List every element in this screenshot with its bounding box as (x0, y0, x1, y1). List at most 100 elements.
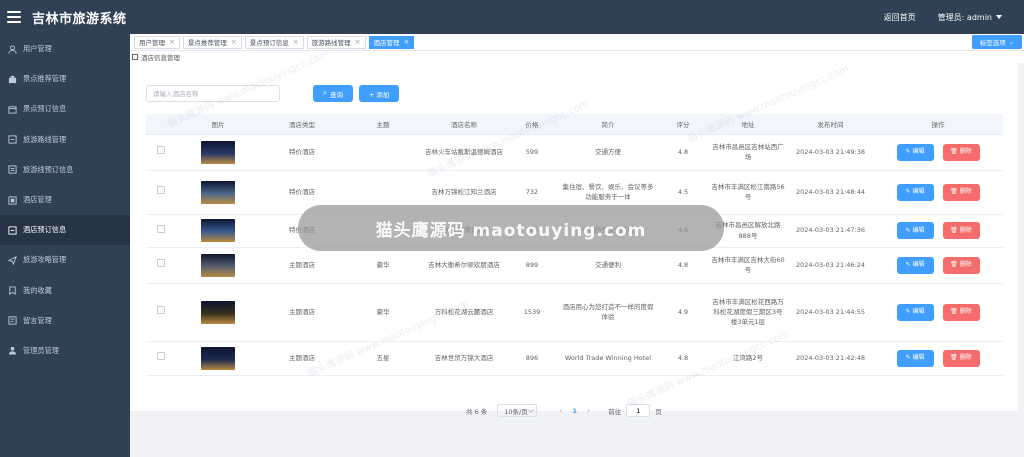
trash-icon: 🗑 (950, 148, 958, 156)
close-icon[interactable]: × (293, 38, 299, 46)
home-link[interactable]: 返回首页 (884, 12, 916, 23)
edit-button[interactable]: ✎ 编辑 (896, 143, 934, 161)
sidebar-item-label: 酒店预订信息 (23, 225, 67, 235)
hotel-thumbnail[interactable] (201, 346, 235, 370)
sidebar-item[interactable]: 景点预订信息 (0, 94, 130, 124)
hotel-thumbnail[interactable] (201, 140, 235, 164)
edit-icon: ✎ (905, 261, 911, 269)
sidebar-item[interactable]: 酒店预订信息 (0, 215, 130, 246)
trash-icon: 🗑 (950, 261, 958, 269)
row-checkbox[interactable] (157, 186, 165, 195)
delete-button[interactable]: 🗑 删除 (942, 222, 980, 239)
row-checkbox[interactable] (157, 146, 165, 155)
column-header: 评分 (658, 114, 708, 135)
tab-tag[interactable]: 景点推荐管理 × (182, 35, 242, 49)
hotel-icon (8, 195, 17, 205)
table-row[interactable]: 主题酒店 豪华 万科松花湖云麓酒店 1539 酒店用心为您打造不一样的度假体验 4.9 吉林… (146, 283, 1003, 342)
theme-cell (344, 134, 422, 171)
row-checkbox[interactable] (157, 306, 165, 315)
tab-tag-label: 景点预订信息 (249, 39, 289, 47)
table-row[interactable]: 主题酒店 五星 吉林世贸万锦大酒店 896 World Trade Winning Ho… (146, 341, 1003, 376)
intro-cell: 交通方便 (558, 134, 658, 171)
hotel-thumbnail[interactable] (201, 219, 235, 242)
table-row[interactable]: 主题酒店 豪华 吉林大衡希尔顿欢朋酒店 899 交通便利 4.8 吉林市丰满区吉林大街60号… (146, 247, 1003, 284)
publish-time-cell: 2024-03-03 21:46:24 (788, 247, 873, 284)
row-checkbox[interactable] (157, 224, 165, 233)
operation-cell: ✎ 编辑 🗑 删除 (873, 214, 1003, 248)
sidebar-item[interactable]: 旅游线预订信息 (0, 155, 130, 185)
hotel-name-cell: 吉林火车站戴斯温德姆酒店 (422, 134, 506, 171)
chevron-down-icon (528, 407, 535, 413)
column-header: 地址 (708, 114, 788, 135)
checkbox-cell (146, 283, 176, 342)
row-checkbox[interactable] (157, 352, 165, 361)
hotel-thumbnail[interactable] (201, 253, 235, 277)
close-icon[interactable]: × (355, 38, 361, 46)
price-cell: 1539 (506, 283, 558, 342)
prev-page-button[interactable]: ‹ (559, 406, 562, 415)
tab-tag[interactable]: 酒店管理 × (368, 35, 415, 49)
delete-button[interactable]: 🗑 删除 (942, 143, 980, 161)
close-icon[interactable]: × (231, 38, 237, 46)
route-icon (8, 135, 17, 144)
trash-icon: 🗑 (950, 354, 958, 362)
toolbar: ⌕查询 + 添加 (146, 85, 399, 102)
sidebar-item[interactable]: 酒店管理 (0, 185, 130, 215)
hotel-name-cell: 万科松花湖云麓酒店 (422, 283, 506, 342)
search-input[interactable] (146, 85, 280, 102)
publish-time-cell: 2024-03-03 21:49:38 (788, 134, 873, 171)
admin-menu[interactable]: 管理员: admin (938, 12, 1002, 23)
delete-button[interactable]: 🗑 删除 (942, 349, 980, 367)
edit-button[interactable]: ✎ 编辑 (896, 303, 934, 321)
sidebar: 用户管理景点推荐管理 景点预订信息 旅游路线管理 旅游线预订信息 酒店管理酒店预订信息旅… (0, 34, 130, 457)
edit-button[interactable]: ✎ 编辑 (896, 256, 934, 274)
delete-button[interactable]: 🗑 删除 (942, 183, 980, 201)
query-button[interactable]: ⌕ 查询 (313, 85, 353, 102)
edit-button[interactable]: ✎ 编辑 (896, 349, 934, 367)
table-row[interactable]: 特价酒店 吉林火车站戴斯温德姆酒店 599 交通方便 4.8 吉林市昌邑区吉林站西广场 20… (146, 134, 1003, 171)
hotel-thumbnail[interactable] (201, 300, 235, 324)
sidebar-item[interactable]: 我的收藏 (0, 276, 130, 306)
jump-input[interactable] (626, 404, 651, 417)
tab-tag[interactable]: 旅游路线管理 × (306, 35, 366, 49)
operation-cell: ✎ 编辑 🗑 删除 (873, 247, 1003, 284)
operation-cell: ✎ 编辑 🗑 删除 (873, 134, 1003, 171)
tags-bar: 用户管理 × 景点推荐管理 × 景点预订信息 × 旅游路线管理 × 酒店管理 × 标签选项 ⌄ (130, 34, 1024, 51)
goto-label: 前往 (608, 407, 622, 416)
intro-cell: World Trade Winning Hotel (558, 341, 658, 376)
row-actions: ✎ 编辑 🗑 删除 (876, 303, 1000, 321)
close-icon[interactable]: × (169, 38, 175, 46)
sidebar-item[interactable]: 用户管理 (0, 34, 130, 64)
sidebar-item[interactable]: 留言管理 (0, 306, 130, 336)
delete-button[interactable]: 🗑 删除 (942, 303, 980, 321)
close-icon[interactable]: × (404, 38, 410, 46)
header-checkbox-cell[interactable] (146, 114, 176, 135)
page-number[interactable]: 1 (572, 407, 577, 415)
sidebar-item[interactable]: 旅游攻略管理 (0, 245, 130, 275)
checkbox-cell (146, 134, 176, 171)
menu-toggle-icon[interactable] (7, 11, 21, 23)
hotel-thumbnail[interactable] (201, 180, 235, 204)
page-size-select[interactable]: 10条/页 (497, 404, 538, 417)
edit-button[interactable]: ✎ 编辑 (896, 183, 934, 201)
tag-options-button[interactable]: 标签选项 ⌄ (972, 35, 1022, 49)
trash-icon: 🗑 (950, 308, 958, 316)
tab-tag[interactable]: 景点预订信息 × (244, 35, 304, 49)
tab-tag[interactable]: 用户管理 × (134, 35, 180, 49)
sidebar-item[interactable]: 景点推荐管理 (0, 64, 130, 94)
admin-icon (8, 346, 17, 356)
theme-cell: 豪华 (344, 283, 422, 342)
intro-cell: 酒店用心为您打造不一样的度假体验 (558, 283, 658, 342)
delete-button[interactable]: 🗑 删除 (942, 256, 980, 274)
sidebar-item[interactable]: 管理员管理 (0, 336, 130, 366)
sidebar-item-label: 用户管理 (23, 44, 52, 54)
star-icon (8, 286, 17, 296)
grid-icon (132, 54, 138, 60)
price-cell: 896 (506, 341, 558, 376)
next-page-button[interactable]: › (587, 406, 590, 415)
row-checkbox[interactable] (157, 259, 165, 268)
chevron-down-icon: ⌄ (1008, 38, 1015, 46)
sidebar-item[interactable]: 旅游路线管理 (0, 125, 130, 155)
add-button[interactable]: + 添加 (359, 85, 399, 102)
edit-button[interactable]: ✎ 编辑 (896, 222, 934, 239)
